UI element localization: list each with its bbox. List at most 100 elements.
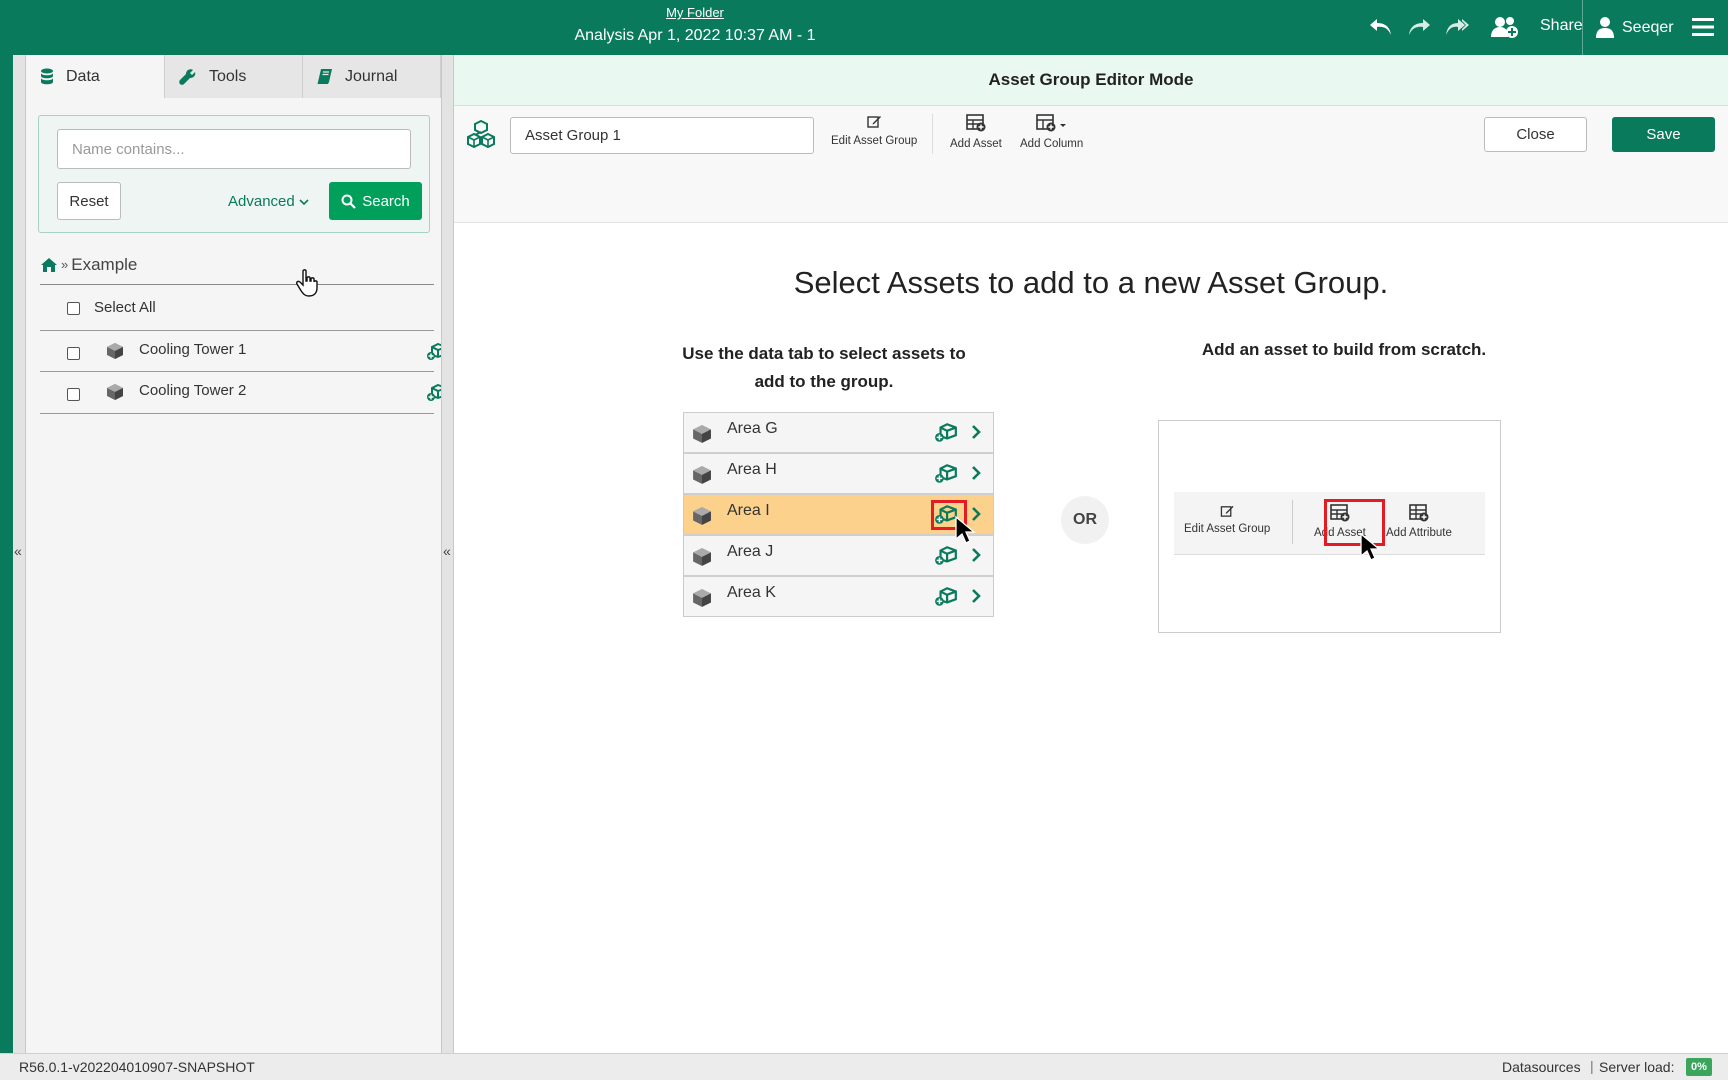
status-bar: R56.0.1-v202204010907-SNAPSHOT Datasourc…	[0, 1053, 1728, 1080]
analysis-title[interactable]: Analysis Apr 1, 2022 10:37 AM - 1	[0, 27, 1390, 45]
server-load-badge[interactable]: 0%	[1686, 1058, 1712, 1076]
advanced-toggle[interactable]: Advanced	[228, 193, 310, 210]
tab-tools[interactable]: Tools	[165, 55, 303, 98]
share-button[interactable]: Share	[1540, 17, 1583, 35]
breadcrumb-separator: »	[61, 257, 69, 272]
user-menu-button[interactable]: Seeqer	[1622, 19, 1674, 37]
server-load-label: Server load:	[1599, 1059, 1675, 1075]
scratch-instruction: Add an asset to build from scratch.	[1201, 340, 1487, 359]
example-edit-label: Edit Asset Group	[1184, 523, 1271, 535]
header-divider	[1582, 0, 1583, 55]
asset-cube-icon	[692, 588, 712, 608]
asset-cube-icon	[692, 547, 712, 567]
example-row-label: Area H	[727, 461, 777, 478]
home-icon[interactable]	[40, 257, 58, 273]
add-asset-icon	[966, 114, 986, 132]
add-to-group-icon	[934, 546, 958, 566]
example-list-row: Area K	[684, 577, 993, 618]
top-header: My Folder Analysis Apr 1, 2022 10:37 AM …	[0, 0, 1728, 55]
toolbar-divider	[932, 114, 933, 154]
chevron-right-icon	[971, 588, 981, 604]
example-add-attribute-label: Add Attribute	[1386, 527, 1452, 539]
user-icon[interactable]	[1590, 12, 1620, 42]
edit-icon	[866, 116, 881, 128]
example-asset-list-illustration: Area G Area H Area I Area J Area K	[683, 412, 994, 617]
data-tab-instruction-line2: add to the group.	[754, 372, 894, 391]
collapse-left-icon[interactable]: «	[14, 543, 22, 559]
redo-all-icon[interactable]	[1442, 12, 1472, 42]
search-panel: Reset Advanced Search	[38, 115, 430, 233]
breadcrumb: » Example	[40, 255, 434, 285]
tab-journal-label: Journal	[345, 67, 398, 85]
tab-journal[interactable]: Journal	[303, 55, 441, 98]
example-toolbar: Edit Asset Group Add Asset Add Attribute	[1174, 492, 1485, 561]
list-item[interactable]: Cooling Tower 2	[40, 372, 463, 414]
asset-list: Select All Cooling Tower 1 Cooling Tower…	[40, 292, 463, 414]
advanced-label: Advanced	[228, 193, 295, 210]
item-checkbox[interactable]	[67, 388, 80, 401]
close-button[interactable]: Close	[1484, 117, 1587, 152]
add-asset-label: Add Asset	[950, 138, 1002, 150]
example-edit-button: Edit Asset Group	[1184, 504, 1270, 535]
asset-cube-icon	[692, 506, 712, 526]
save-button[interactable]: Save	[1612, 117, 1715, 152]
select-all-label[interactable]: Select All	[94, 299, 156, 316]
search-button[interactable]: Search	[329, 182, 422, 220]
asset-group-name-input[interactable]	[510, 117, 814, 154]
breadcrumb-example[interactable]: Example	[71, 255, 137, 275]
example-list-row: Area J	[684, 536, 993, 577]
example-toolbar-divider	[1292, 500, 1293, 544]
example-list-row: Area H	[684, 454, 993, 495]
panel-tabs: Data Tools Journal	[26, 55, 441, 98]
item-label: Cooling Tower 1	[139, 341, 247, 358]
item-label: Cooling Tower 2	[139, 382, 247, 399]
example-toolbar-illustration: Edit Asset Group Add Asset Add Attribute	[1158, 420, 1501, 633]
left-edge-strip	[0, 55, 13, 1053]
add-attribute-icon	[1409, 504, 1429, 522]
data-tab-instruction: Use the data tab to select assets to add…	[654, 340, 994, 396]
list-item[interactable]: Cooling Tower 1	[40, 330, 463, 372]
tab-data[interactable]: Data	[26, 55, 165, 98]
example-row-label: Area J	[727, 543, 774, 560]
edit-asset-group-button[interactable]: Edit Asset Group	[831, 114, 917, 147]
book-icon	[317, 68, 333, 85]
panel-collapse-handle[interactable]: «	[441, 55, 454, 1053]
add-column-icon	[1035, 114, 1066, 132]
example-row-label: Area G	[727, 420, 778, 437]
redo-icon[interactable]	[1404, 12, 1434, 42]
mode-title: Asset Group Editor Mode	[454, 55, 1728, 106]
add-column-button[interactable]: Add Column	[1020, 114, 1083, 150]
asset-group-icon	[466, 120, 496, 148]
chevron-right-icon	[971, 465, 981, 481]
chevron-down-icon	[299, 198, 309, 205]
collapse-panel-icon[interactable]: «	[443, 543, 451, 559]
reset-button[interactable]: Reset	[57, 182, 121, 220]
add-asset-button[interactable]: Add Asset	[950, 114, 1002, 150]
hand-cursor-icon	[296, 269, 318, 297]
folder-link[interactable]: My Folder	[0, 5, 1390, 20]
add-to-group-icon	[934, 423, 958, 443]
edit-icon	[1220, 505, 1234, 517]
asset-cube-icon	[106, 383, 124, 401]
name-search-input[interactable]	[57, 129, 411, 169]
tab-data-label: Data	[66, 67, 100, 85]
share-users-icon[interactable]	[1490, 12, 1520, 42]
asset-cube-icon	[692, 465, 712, 485]
status-separator: |	[1590, 1058, 1594, 1074]
example-list-row-highlighted: Area I	[684, 495, 993, 544]
data-tab-instruction-line1: Use the data tab to select assets to	[682, 344, 966, 363]
arrow-cursor-icon	[1359, 532, 1381, 562]
example-list-row: Area G	[684, 413, 993, 454]
asset-cube-icon	[106, 342, 124, 360]
hamburger-menu-icon[interactable]	[1688, 12, 1718, 42]
outer-collapse-handle[interactable]: «	[13, 55, 26, 1053]
add-to-group-icon	[934, 587, 958, 607]
item-checkbox[interactable]	[67, 347, 80, 360]
select-all-checkbox[interactable]	[67, 302, 80, 315]
edit-asset-group-label: Edit Asset Group	[831, 135, 918, 147]
example-row-label: Area K	[727, 584, 776, 601]
datasources-link[interactable]: Datasources	[1502, 1059, 1581, 1075]
example-row-label: Area I	[727, 502, 770, 519]
asset-cube-icon	[692, 424, 712, 444]
undo-icon[interactable]	[1366, 12, 1396, 42]
